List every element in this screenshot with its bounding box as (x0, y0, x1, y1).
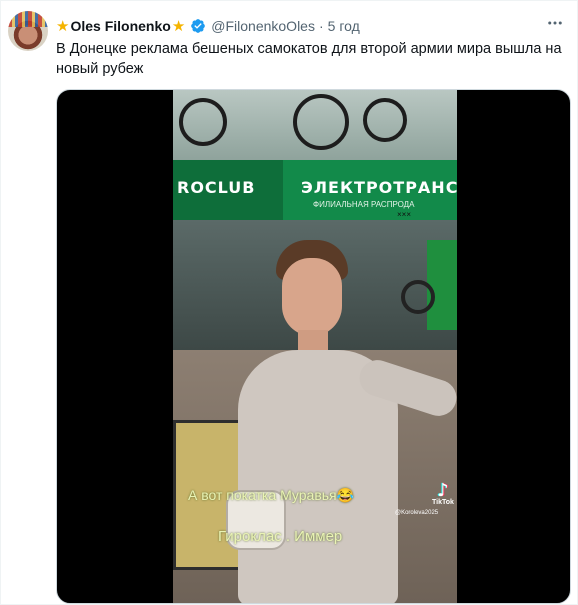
video-player[interactable]: ROCLUB ЭЛЕКТРОТРАНС ФИЛИАЛЬНАЯ РАСПРОДА … (56, 89, 571, 604)
video-frame[interactable]: ROCLUB ЭЛЕКТРОТРАНС ФИЛИАЛЬНАЯ РАСПРОДА … (173, 90, 457, 603)
tweet-header: ★ Oles Filonenko ★ @FilonenkoOles · 5 го… (56, 16, 360, 36)
video-caption-line1: А вот покатка Муравья😂 (188, 487, 355, 503)
headdress-decoration (8, 11, 48, 27)
person-figure (218, 240, 457, 603)
store-sign-left: ROCLUB (177, 178, 256, 197)
store-banner: ROCLUB ЭЛЕКТРОТРАНС ФИЛИАЛЬНАЯ РАСПРОДА … (173, 160, 457, 220)
wheel-graphic (363, 98, 407, 142)
scooter-poster (173, 90, 457, 160)
timestamp[interactable]: 5 год (328, 18, 360, 34)
author-name[interactable]: Oles Filonenko (70, 18, 170, 34)
store-sign-sub: ФИЛИАЛЬНАЯ РАСПРОДА (313, 200, 415, 209)
star-icon: ★ (171, 17, 186, 35)
tweet-text: В Донецке реклама бешеных самокатов для … (56, 41, 562, 77)
store-sign-marks: ××× (397, 210, 412, 219)
avatar[interactable] (8, 11, 48, 51)
separator-dot: · (318, 18, 324, 34)
tiktok-user: @Koroleva2025 (395, 510, 439, 516)
store-sign-right: ЭЛЕКТРОТРАНС (301, 178, 457, 197)
tiktok-label: TikTok (432, 499, 454, 506)
author-handle[interactable]: @FilonenkoOles (211, 18, 315, 34)
star-icon: ★ (56, 17, 70, 35)
tiktok-icon: ♪ (437, 480, 449, 501)
side-sign (427, 240, 457, 330)
wheel-graphic (293, 94, 349, 150)
verified-badge-icon (191, 19, 206, 33)
video-caption-line2: Гироклас . Иммер (218, 528, 343, 545)
tweet-card[interactable]: ★ Oles Filonenko ★ @FilonenkoOles · 5 го… (0, 0, 578, 605)
ellipsis-horizontal-icon[interactable] (543, 13, 567, 33)
wheel-graphic (179, 98, 227, 146)
tiktok-watermark: ♪ TikTok @Koroleva2025 (395, 480, 455, 516)
